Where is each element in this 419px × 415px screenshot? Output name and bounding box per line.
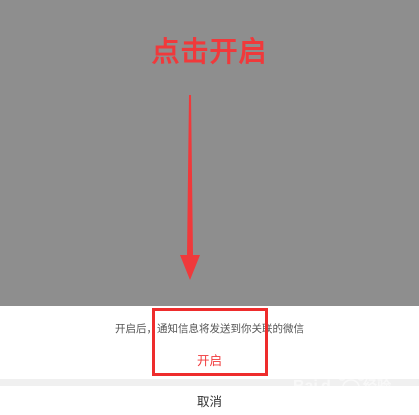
annotation-title: 点击开启 <box>151 35 268 68</box>
annotation-highlight-box <box>152 308 268 376</box>
annotation-arrow-icon <box>180 95 200 280</box>
screen: 点击开启 开启后，通知信息将发送到你关联的微信 开启 取消 Bai d 经验 <box>0 0 419 415</box>
svg-text:Bai: Bai <box>293 378 318 395</box>
svg-text:经验: 经验 <box>363 378 392 395</box>
svg-text:d: d <box>321 378 331 395</box>
watermark-logo: Bai d 经验 <box>293 369 392 395</box>
